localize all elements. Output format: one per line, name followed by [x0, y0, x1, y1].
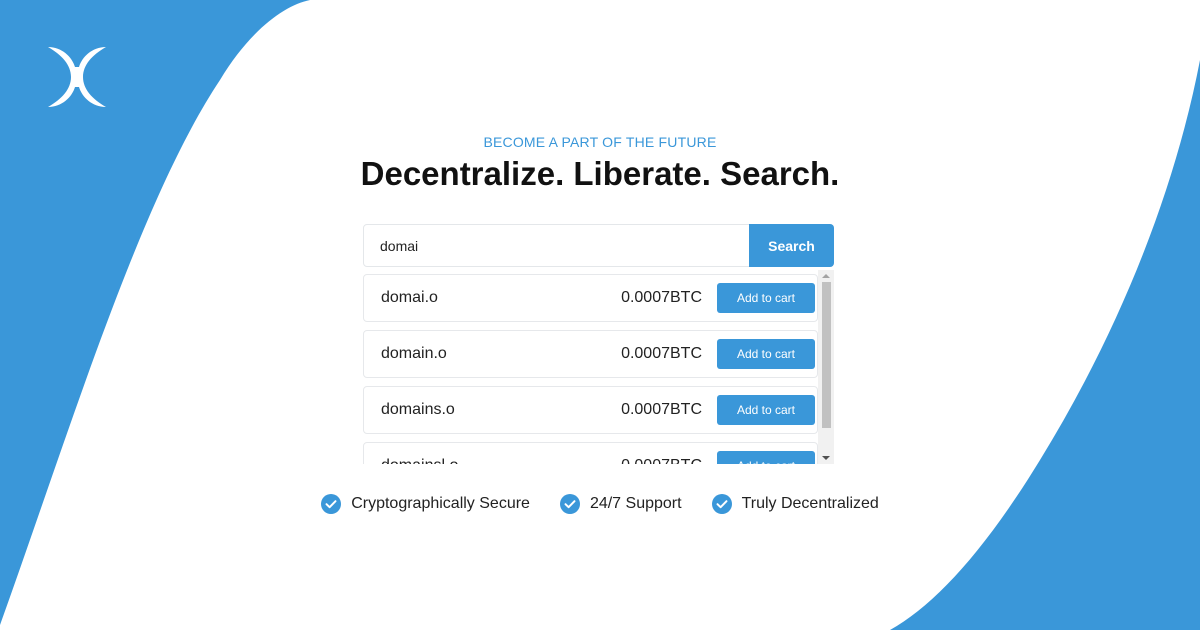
feature-label: Cryptographically Secure: [351, 495, 530, 512]
search-bar: Search: [363, 224, 834, 267]
check-circle-icon: [321, 494, 342, 514]
feature-label: Truly Decentralized: [741, 495, 879, 512]
feature-item: Truly Decentralized: [711, 494, 879, 514]
check-circle-icon: [711, 494, 732, 514]
result-row: domai.o 0.0007BTC Add to cart: [363, 274, 818, 322]
domain-name: domains.o: [381, 401, 455, 418]
domain-price: 0.0007BTC: [621, 289, 702, 306]
domain-name: domainsl.o: [381, 457, 621, 464]
feature-item: 24/7 Support: [559, 494, 682, 514]
result-row: domain.o 0.0007BTC Add to cart: [363, 330, 818, 378]
bracket-logo-icon: [48, 47, 106, 107]
eyebrow-text: BECOME A PART OF THE FUTURE: [483, 134, 717, 150]
scroll-thumb[interactable]: [822, 282, 831, 428]
add-to-cart-button[interactable]: Add to cart: [717, 283, 815, 313]
page-title: Decentralize. Liberate. Search.: [360, 155, 840, 192]
search-button[interactable]: Search: [749, 224, 834, 267]
result-list: domai.o 0.0007BTC Add to cart domain.o 0.000…: [363, 274, 818, 464]
domain-name: domain.o: [381, 345, 447, 362]
domain-name: domai.o: [381, 289, 438, 306]
feature-item: Cryptographically Secure: [321, 494, 530, 514]
scroll-up-arrow-icon[interactable]: [818, 270, 834, 282]
scrollbar[interactable]: [818, 270, 834, 464]
domain-price: 0.0007BTC: [621, 401, 702, 418]
add-to-cart-button[interactable]: Add to cart: [717, 339, 815, 369]
add-to-cart-button[interactable]: Add to cart: [717, 451, 815, 464]
domain-price: 0.0007BTC: [621, 457, 702, 464]
result-row: domainsl.o0.0007BTC Add to cart: [363, 442, 818, 464]
check-circle-icon: [559, 494, 580, 514]
feature-list: Cryptographically Secure 24/7 Support Trul…: [0, 494, 1200, 514]
add-to-cart-button[interactable]: Add to cart: [717, 395, 815, 425]
feature-label: 24/7 Support: [589, 495, 682, 512]
landing-page: BECOME A PART OF THE FUTURE Decentralize…: [0, 0, 1200, 630]
scroll-down-arrow-icon[interactable]: [818, 452, 834, 464]
search-input[interactable]: [364, 225, 749, 266]
domain-price: 0.0007BTC: [621, 345, 702, 362]
result-row: domains.o 0.0007BTC Add to cart: [363, 386, 818, 434]
results-panel[interactable]: domai.o 0.0007BTC Add to cart domain.o 0.000…: [363, 270, 834, 464]
